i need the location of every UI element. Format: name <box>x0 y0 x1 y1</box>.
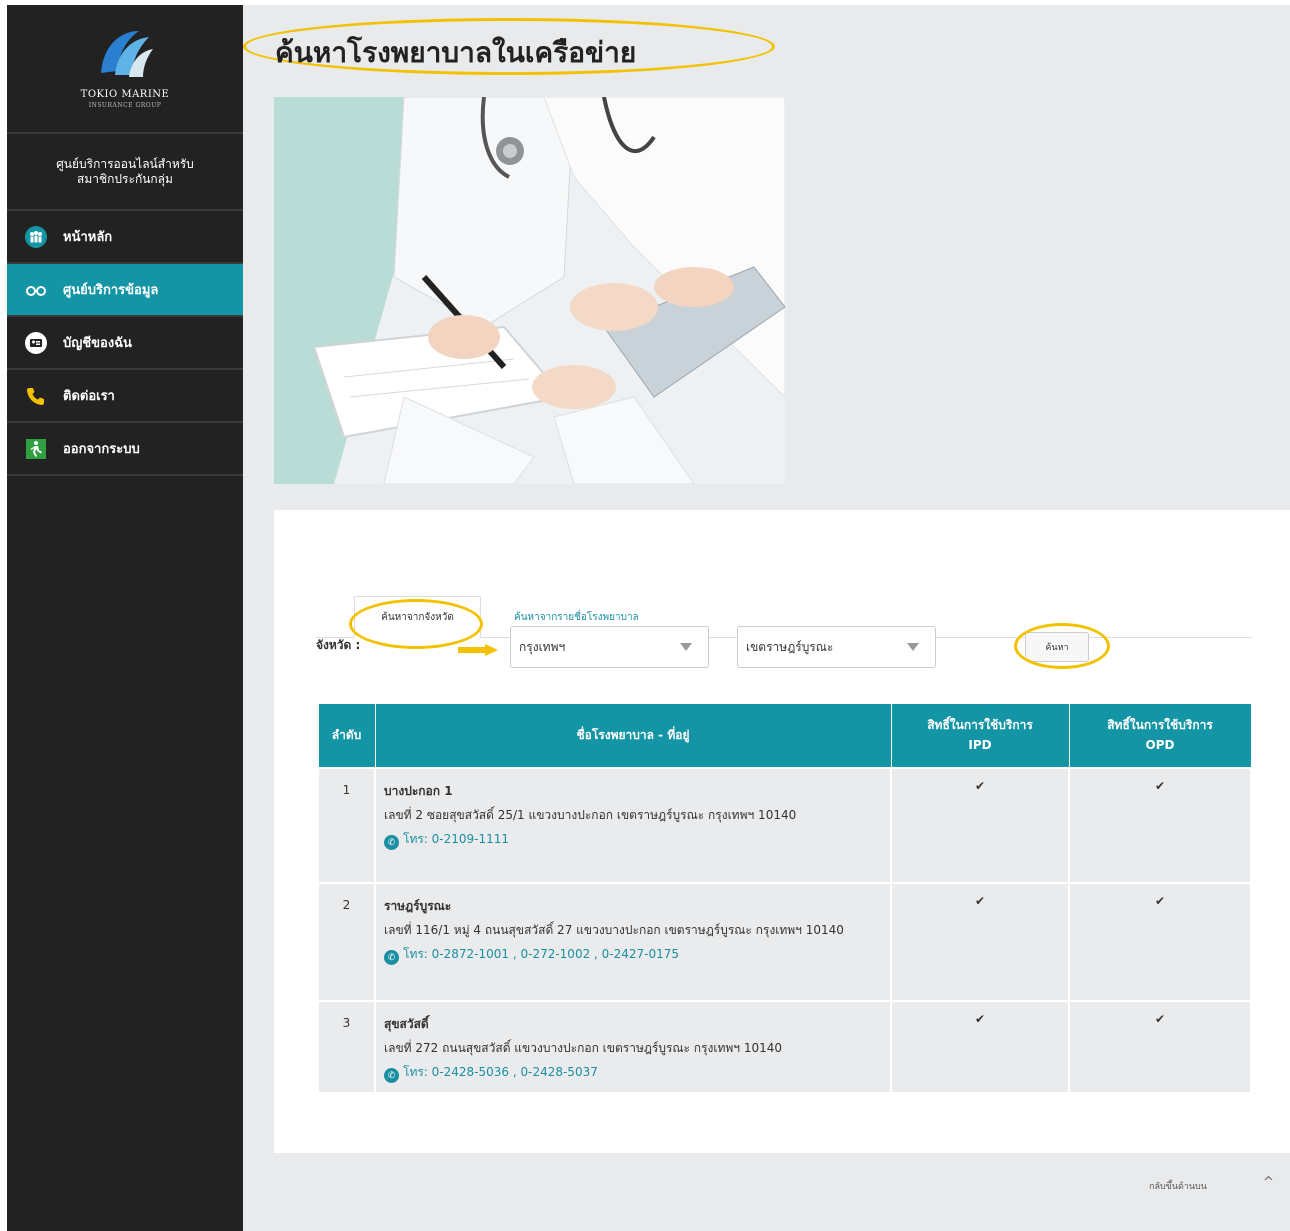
table-row: 2 ราษฎร์บูรณะ เลขที่ 116/1 หมู่ 4 ถนนสุข… <box>317 881 1252 1002</box>
opd-check-icon: ✔ <box>1068 999 1252 1094</box>
hero-image <box>274 97 785 484</box>
tokio-marine-logo-icon <box>101 31 153 77</box>
family-icon <box>25 225 47 248</box>
column-header-ipd: สิทธิ์ในการใช้บริการ IPD <box>890 703 1070 768</box>
province-select-value: กรุงเทพฯ <box>519 639 566 654</box>
service-center-title-line2: สมาชิกประกันกลุ่ม <box>77 171 173 186</box>
service-center-title-line1: ศูนย์บริการออนไลน์สำหรับ <box>56 156 194 171</box>
main-content: ค้นหาโรงพยาบาลในเครือข่าย ค้นหาจากจังหวั… <box>243 5 1290 1231</box>
row-number: 3 <box>317 999 376 1094</box>
hospital-results-table: ลำดับ ชื่อโรงพยาบาล - ที่อยู่ สิทธิ์ในกา… <box>317 703 1252 1094</box>
column-header-opd-line2: OPD <box>1145 738 1175 753</box>
phone-numbers[interactable]: โทร: 0-2109-1111 <box>403 832 509 846</box>
sidebar-item-label: ออกจากระบบ <box>63 442 140 457</box>
table-row: 3 สุขสวัสดิ์ เลขที่ 272 ถนนสุขสวัสดิ์ แข… <box>317 999 1252 1094</box>
back-to-top-link[interactable]: กลับขึ้นด้านบน <box>1149 1179 1207 1193</box>
hospital-phone[interactable]: ✆ โทร: 0-2872-1001 , 0-272-1002 , 0-2427-… <box>384 942 882 966</box>
sidebar-item-info-center[interactable]: ศูนย์บริการข้อมูล <box>7 264 243 317</box>
search-panel: ค้นหาจากจังหวัด ค้นหาจากรายชื่อโรงพยาบาล… <box>274 510 1290 1153</box>
hospital-phone[interactable]: ✆ โทร: 0-2428-5036 , 0-2428-5037 <box>384 1060 882 1084</box>
column-header-no: ลำดับ <box>317 703 376 768</box>
sidebar-item-logout[interactable]: ออกจากระบบ <box>7 423 243 476</box>
row-number: 1 <box>317 766 376 884</box>
sidebar-item-home[interactable]: หน้าหลัก <box>7 211 243 264</box>
search-button[interactable]: ค้นหา <box>1025 632 1089 662</box>
ipd-check-icon: ✔ <box>890 999 1070 1094</box>
hospital-phone[interactable]: ✆ โทร: 0-2109-1111 <box>384 827 882 851</box>
doctors-photo <box>274 97 785 484</box>
hospital-address: เลขที่ 2 ซอยสุขสวัสดิ์ 25/1 แขวงบางปะกอก… <box>384 807 797 822</box>
opd-check-icon: ✔ <box>1068 881 1252 1002</box>
hospital-address: เลขที่ 272 ถนนสุขสวัสดิ์ แขวงบางปะกอก เข… <box>384 1040 783 1055</box>
sidebar-item-label: หน้าหลัก <box>63 230 113 245</box>
tab-search-by-province[interactable]: ค้นหาจากจังหวัด <box>354 596 481 638</box>
sidebar-item-label: บัญชีของฉัน <box>63 336 132 351</box>
hospital-name: บางปะกอก 1 <box>384 783 453 798</box>
sidebar-item-contact[interactable]: ติดต่อเรา <box>7 370 243 423</box>
glasses-icon <box>25 279 47 301</box>
id-card-icon <box>25 331 47 354</box>
caret-down-icon <box>680 643 692 651</box>
column-header-name: ชื่อโรงพยาบาล - ที่อยู่ <box>374 703 892 768</box>
ipd-check-icon: ✔ <box>890 766 1070 884</box>
table-row: 1 บางปะกอก 1 เลขที่ 2 ซอยสุขสวัสดิ์ 25/1… <box>317 766 1252 884</box>
exit-icon <box>25 438 47 460</box>
hospital-name: ราษฎร์บูรณะ <box>384 898 452 913</box>
sidebar-item-label: ศูนย์บริการข้อมูล <box>63 283 159 298</box>
service-center-title: ศูนย์บริการออนไลน์สำหรับ สมาชิกประกันกลุ… <box>7 134 243 209</box>
phone-numbers[interactable]: โทร: 0-2428-5036 , 0-2428-5037 <box>403 1065 598 1079</box>
row-number: 2 <box>317 881 376 1002</box>
column-header-ipd-line1: สิทธิ์ในการใช้บริการ <box>927 718 1033 733</box>
phone-icon: ✆ <box>384 835 399 850</box>
column-header-ipd-line2: IPD <box>968 738 992 753</box>
district-select-value: เขตราษฎร์บูรณะ <box>746 639 834 654</box>
page-title: ค้นหาโรงพยาบาลในเครือข่าย <box>275 36 637 69</box>
logo-subtext: INSURANCE GROUP <box>88 102 162 109</box>
logo-text: TOKIO MARINE <box>80 89 170 100</box>
hospital-info: ราษฎร์บูรณะ เลขที่ 116/1 หมู่ 4 ถนนสุขสว… <box>374 881 892 1002</box>
column-header-opd-line1: สิทธิ์ในการใช้บริการ <box>1107 718 1213 733</box>
sidebar: TOKIO MARINE INSURANCE GROUP ศูนย์บริการ… <box>7 5 243 1231</box>
phone-icon: ✆ <box>384 950 399 965</box>
sidebar-item-my-account[interactable]: บัญชีของฉัน <box>7 317 243 370</box>
phone-icon <box>25 385 47 407</box>
hospital-info: บางปะกอก 1 เลขที่ 2 ซอยสุขสวัสดิ์ 25/1 แ… <box>374 766 892 884</box>
opd-check-icon: ✔ <box>1068 766 1252 884</box>
arrow-right-icon <box>458 644 498 656</box>
logo[interactable]: TOKIO MARINE INSURANCE GROUP <box>7 5 243 132</box>
province-select[interactable]: กรุงเทพฯ <box>510 626 709 668</box>
hospital-address: เลขที่ 116/1 หมู่ 4 ถนนสุขสวัสดิ์ 27 แขว… <box>384 922 844 937</box>
hospital-name: สุขสวัสดิ์ <box>384 1016 429 1031</box>
phone-icon: ✆ <box>384 1068 399 1083</box>
caret-down-icon <box>907 643 919 651</box>
district-select[interactable]: เขตราษฎร์บูรณะ <box>737 626 936 668</box>
hospital-info: สุขสวัสดิ์ เลขที่ 272 ถนนสุขสวัสดิ์ แขวง… <box>374 999 892 1094</box>
column-header-opd: สิทธิ์ในการใช้บริการ OPD <box>1068 703 1252 768</box>
table-header-row: ลำดับ ชื่อโรงพยาบาล - ที่อยู่ สิทธิ์ในกา… <box>317 703 1252 768</box>
province-label: จังหวัด : <box>316 638 361 652</box>
phone-numbers[interactable]: โทร: 0-2872-1001 , 0-272-1002 , 0-2427-0… <box>403 947 679 961</box>
chevron-up-icon[interactable]: ^ <box>1263 1175 1274 1190</box>
ipd-check-icon: ✔ <box>890 881 1070 1002</box>
sidebar-item-label: ติดต่อเรา <box>63 389 115 404</box>
